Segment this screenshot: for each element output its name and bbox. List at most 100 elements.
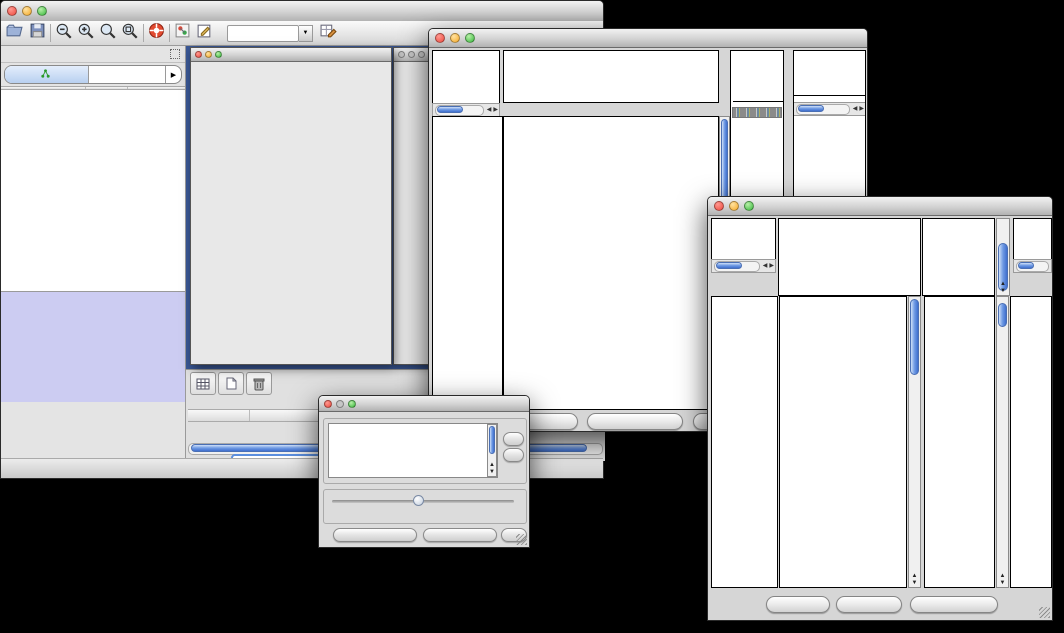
vscroll-thumb[interactable] (489, 426, 495, 454)
minimize-button[interactable] (450, 33, 460, 43)
tv1-column-dendrogram-canvas[interactable] (504, 51, 718, 102)
help-ring-icon[interactable] (148, 22, 165, 44)
scroll-left-icon[interactable]: ◀ (762, 263, 769, 269)
vizmap-icon[interactable] (174, 22, 191, 44)
treeview1-titlebar[interactable] (429, 29, 867, 48)
search-input[interactable] (227, 25, 299, 42)
main-titlebar[interactable] (1, 1, 603, 22)
zoom-button[interactable] (418, 51, 425, 58)
zoom-button[interactable] (37, 6, 47, 16)
scroll-arrows[interactable]: ▲▼ (488, 462, 496, 476)
vscroll-thumb[interactable] (910, 299, 919, 375)
scroll-left-icon[interactable]: ◀ (852, 106, 859, 112)
zoom-button[interactable] (744, 201, 754, 211)
tv2-heatmap-canvas[interactable] (780, 297, 906, 587)
birdseye-canvas[interactable] (1, 292, 184, 402)
tv2-row-dendrogram-canvas[interactable] (712, 297, 777, 587)
tv2-collabel-vscrollbar[interactable]: ▲▼ (996, 218, 1010, 296)
tab-network[interactable] (5, 66, 89, 83)
tv2-column-dendrogram-canvas[interactable] (779, 219, 920, 295)
network1-titlebar[interactable] (191, 48, 391, 62)
close-button[interactable] (324, 400, 332, 408)
zoom-button[interactable] (215, 51, 222, 58)
tv2-zoom-detail-panel[interactable] (924, 296, 995, 588)
tv1-row-dendrogram[interactable] (432, 116, 503, 410)
table-edit-icon[interactable] (320, 22, 337, 44)
tv2-hints-hscrollbar[interactable] (1013, 259, 1052, 273)
data-column-id[interactable] (188, 410, 250, 421)
tv1-heatmap-canvas[interactable] (504, 117, 718, 409)
vscroll-thumb[interactable] (998, 303, 1007, 327)
zoom-out-icon[interactable] (55, 22, 73, 45)
column-header-edges[interactable] (128, 87, 185, 89)
open-file-icon[interactable] (6, 22, 23, 44)
zoom-button[interactable] (465, 33, 475, 43)
move-down-button[interactable] (503, 448, 524, 462)
delete-attribute-icon[interactable] (246, 372, 272, 395)
tv1-heatmap[interactable] (503, 116, 719, 410)
hscroll-thumb[interactable] (716, 262, 742, 269)
minimize-button[interactable] (22, 6, 32, 16)
scroll-arrows[interactable]: ▲▼ (909, 573, 920, 587)
close-button[interactable] (398, 51, 405, 58)
scroll-arrows[interactable]: ▲▼ (997, 573, 1008, 587)
close-button[interactable] (435, 33, 445, 43)
attribute-select-icon[interactable] (190, 372, 216, 395)
tv2-status-hscrollbar[interactable]: ◀▶ (711, 259, 776, 273)
search-dropdown-icon[interactable]: ▼ (299, 25, 313, 42)
dialog-titlebar[interactable] (319, 396, 529, 412)
close-button[interactable] (195, 51, 202, 58)
tv1-status-hscrollbar[interactable]: ◀▶ (432, 103, 500, 117)
scroll-arrows[interactable]: ▲▼ (997, 281, 1009, 295)
column-header-nodes[interactable] (86, 87, 128, 89)
minimize-button[interactable] (205, 51, 212, 58)
resize-grip[interactable] (516, 534, 527, 545)
settings-button[interactable] (766, 596, 830, 613)
tv1-global-map-canvas[interactable] (732, 122, 782, 170)
hscroll-thumb[interactable] (437, 106, 463, 113)
resize-grip[interactable] (1039, 607, 1050, 618)
tv2-column-dendrogram[interactable] (778, 218, 921, 296)
hscroll-thumb[interactable] (798, 105, 824, 112)
create-vizmap-button[interactable] (423, 528, 497, 542)
new-attribute-icon[interactable] (218, 372, 244, 395)
attribute-list-vscrollbar[interactable]: ▲▼ (487, 424, 497, 477)
tv2-zoom-detail-canvas[interactable] (925, 297, 994, 587)
scroll-right-icon[interactable]: ▶ (858, 106, 865, 112)
speed-slider-thumb[interactable] (413, 495, 424, 506)
tv2-row-dendrogram[interactable] (711, 296, 778, 588)
scroll-right-icon[interactable]: ▶ (768, 263, 775, 269)
tab-overflow-arrow-icon[interactable]: ▶ (165, 66, 181, 83)
zoom-actual-icon[interactable] (99, 22, 117, 45)
zoom-button[interactable] (348, 400, 356, 408)
tab-vizmapper[interactable] (89, 66, 165, 83)
tv2-heatmap[interactable] (779, 296, 907, 588)
scroll-left-icon[interactable]: ◀ (486, 107, 493, 113)
float-panel-icon[interactable] (170, 49, 180, 59)
tv1-column-dendrogram[interactable] (503, 50, 719, 103)
column-header-network[interactable] (1, 87, 86, 89)
save-session-icon[interactable] (29, 22, 46, 44)
export-graphics-button[interactable] (910, 596, 998, 613)
export-graphics-button[interactable] (587, 413, 683, 430)
close-button[interactable] (714, 201, 724, 211)
minimize-button[interactable] (729, 201, 739, 211)
minimize-button[interactable] (336, 400, 344, 408)
minimize-button[interactable] (408, 51, 415, 58)
move-up-button[interactable] (503, 432, 524, 446)
save-data-button[interactable] (836, 596, 902, 613)
animate-vizmap-button[interactable] (333, 528, 417, 542)
network1-view-canvas[interactable] (191, 62, 391, 365)
tv1-hints-hscrollbar[interactable]: ◀▶ (794, 102, 865, 116)
hscroll-thumb[interactable] (1018, 262, 1034, 269)
tv1-row-dendrogram-canvas[interactable] (433, 117, 502, 409)
treeview2-titlebar[interactable] (708, 197, 1052, 216)
zoom-in-icon[interactable] (77, 22, 95, 45)
annotation-icon[interactable] (196, 22, 213, 44)
close-button[interactable] (7, 6, 17, 16)
tv2-heatmap-vscrollbar[interactable]: ▲▼ (908, 296, 921, 588)
tv2-genelist-vscrollbar[interactable]: ▲▼ (996, 296, 1009, 588)
zoom-fit-icon[interactable] (121, 22, 139, 45)
scroll-right-icon[interactable]: ▶ (492, 107, 499, 113)
birdseye-view[interactable] (1, 291, 185, 402)
